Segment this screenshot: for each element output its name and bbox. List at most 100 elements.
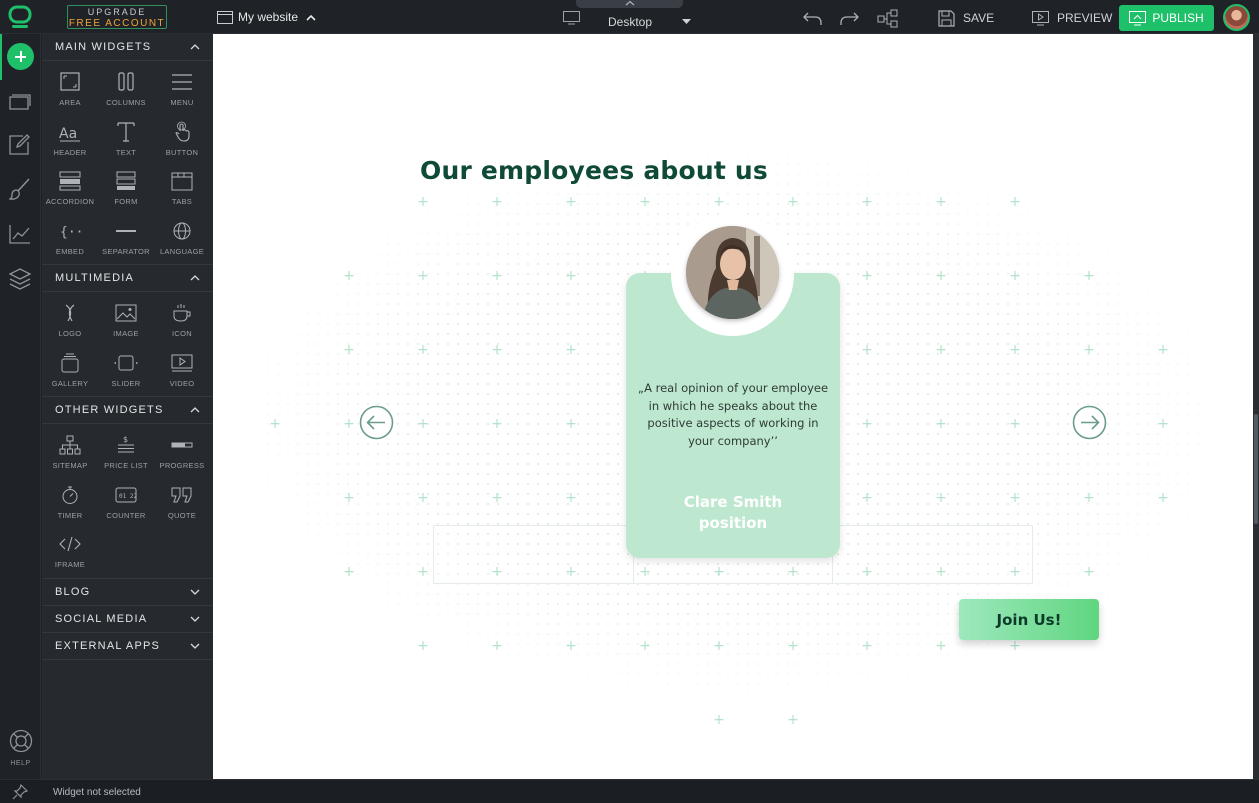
publish-button[interactable]: PUBLISH <box>1119 5 1214 31</box>
edit-icon[interactable] <box>9 134 31 155</box>
testimonial-quote[interactable]: „A real opinion of your employee in whic… <box>636 380 830 450</box>
widget-label: AREA <box>59 98 81 107</box>
plus-decoration: + <box>343 564 355 580</box>
plus-decoration: + <box>639 194 651 210</box>
widget-timer[interactable]: TIMER <box>42 476 98 526</box>
help-button[interactable]: HELP <box>0 729 41 767</box>
plus-decoration: + <box>935 268 947 284</box>
section-social-media-header[interactable]: SOCIAL MEDIA <box>42 606 213 633</box>
employee-photo[interactable] <box>686 226 779 319</box>
widget-language[interactable]: LANGUAGE <box>154 212 210 262</box>
widget-logo[interactable]: LOGO <box>42 294 98 344</box>
plus-decoration: + <box>639 638 651 654</box>
device-selector[interactable]: Desktop <box>608 15 652 29</box>
section-multimedia-header[interactable]: MULTIMEDIA <box>42 265 213 292</box>
widget-columns[interactable]: COLUMNS <box>98 63 154 113</box>
widget-image[interactable]: IMAGE <box>98 294 154 344</box>
widget-iframe[interactable]: IFRAME <box>42 525 98 575</box>
plus-decoration: + <box>713 638 725 654</box>
widget-icon[interactable]: ICON <box>154 294 210 344</box>
pages-icon[interactable] <box>9 92 31 110</box>
widget-form[interactable]: FORM <box>98 162 154 212</box>
widget-embed[interactable]: {··} EMBED <box>42 212 98 262</box>
plus-decoration: + <box>565 416 577 432</box>
main-widgets-grid: AREA COLUMNS MENU Aa HEADER TEXT BUTTON … <box>42 61 213 265</box>
header-icon: Aa <box>59 126 80 142</box>
section-external-apps-header[interactable]: EXTERNAL APPS <box>42 633 213 660</box>
employee-portrait-image <box>686 226 779 319</box>
section-other-widgets-header[interactable]: OTHER WIDGETS <box>42 397 213 424</box>
add-widget-button[interactable] <box>7 43 34 70</box>
save-label: SAVE <box>963 11 995 25</box>
form-icon <box>116 171 136 190</box>
device-panel-toggle[interactable] <box>576 0 683 8</box>
monitor-icon[interactable] <box>563 11 580 25</box>
widget-area[interactable]: AREA <box>42 63 98 113</box>
undo-icon[interactable] <box>803 9 823 26</box>
canvas-scrollbar[interactable] <box>1253 34 1259 779</box>
plus-decoration: + <box>1157 490 1169 506</box>
site-selector[interactable]: My website <box>217 9 321 25</box>
publish-icon <box>1129 10 1147 25</box>
scrollbar-thumb[interactable] <box>1254 414 1258 524</box>
widget-video[interactable]: VIDEO <box>154 344 210 394</box>
statistics-icon[interactable] <box>9 224 31 244</box>
plus-decoration: + <box>343 416 355 432</box>
app-logo-icon[interactable] <box>7 4 33 30</box>
columns-icon <box>118 72 134 91</box>
help-label: HELP <box>10 760 31 767</box>
widget-text[interactable]: TEXT <box>98 113 154 163</box>
plus-decoration: + <box>565 638 577 654</box>
plus-decoration: + <box>269 416 281 432</box>
pin-icon[interactable] <box>12 784 28 800</box>
plus-decoration: + <box>417 490 429 506</box>
site-name: My website <box>238 10 299 24</box>
layers-icon[interactable] <box>9 268 31 290</box>
svg-text:{··}: {··} <box>60 225 83 240</box>
widget-label: SITEMAP <box>52 461 88 470</box>
counter-icon: 01 22 <box>115 487 137 502</box>
caret-down-icon[interactable] <box>682 19 691 24</box>
arrow-left-icon[interactable] <box>359 405 394 440</box>
upgrade-button[interactable]: UPGRADE FREE ACCOUNT <box>67 5 167 29</box>
widget-button[interactable]: BUTTON <box>154 113 210 163</box>
section-heading[interactable]: Our employees about us <box>420 156 768 185</box>
section-main-widgets-header[interactable]: MAIN WIDGETS <box>42 34 213 61</box>
widget-progress[interactable]: PROGRESS <box>154 426 210 476</box>
chevron-up-icon <box>190 275 200 281</box>
plus-decoration: + <box>343 268 355 284</box>
section-blog-header[interactable]: BLOG <box>42 579 213 606</box>
widget-label: COLUMNS <box>106 98 146 107</box>
section-title: MULTIMEDIA <box>55 272 135 284</box>
widget-menu[interactable]: MENU <box>154 63 210 113</box>
widget-label: QUOTE <box>167 510 197 520</box>
widget-counter[interactable]: 01 22 COUNTER <box>98 476 154 526</box>
user-avatar[interactable] <box>1223 4 1250 31</box>
widget-label: HEADER <box>53 147 87 157</box>
widget-price-list[interactable]: $ PRICE LIST <box>98 426 154 476</box>
section-title: EXTERNAL APPS <box>55 639 161 652</box>
widget-gallery[interactable]: GALLERY <box>42 344 98 394</box>
widget-quote[interactable]: QUOTE <box>154 476 210 526</box>
lifebuoy-icon <box>9 729 32 753</box>
join-us-button[interactable]: Join Us! <box>959 599 1099 640</box>
plus-decoration: + <box>935 490 947 506</box>
widget-slider[interactable]: SLIDER <box>98 344 154 394</box>
free-account-label: FREE ACCOUNT <box>68 18 166 29</box>
editor-canvas[interactable]: + + + + + + + + + + + + + + + + + + + + + + + + + + + + + + + + + + + + + + + +… <box>213 34 1253 779</box>
widget-separator[interactable]: SEPARATOR <box>98 212 154 262</box>
widget-sitemap[interactable]: SITEMAP <box>42 426 98 476</box>
design-brush-icon[interactable] <box>9 178 31 200</box>
widget-tabs[interactable]: TABS <box>154 162 210 212</box>
price-list-icon: $ <box>118 435 134 453</box>
widget-label: FORM <box>114 197 138 206</box>
sitemap-structure-icon[interactable] <box>877 9 898 28</box>
widget-header[interactable]: Aa HEADER <box>42 113 98 163</box>
arrow-right-icon[interactable] <box>1072 405 1107 440</box>
preview-button[interactable]: PREVIEW <box>1032 9 1112 27</box>
widget-accordion[interactable]: ACCORDION <box>42 162 98 212</box>
testimonial-author[interactable]: Clare Smith position <box>636 492 830 534</box>
redo-icon[interactable] <box>839 9 859 26</box>
save-button[interactable]: SAVE <box>938 9 994 27</box>
plus-decoration: + <box>417 342 429 358</box>
